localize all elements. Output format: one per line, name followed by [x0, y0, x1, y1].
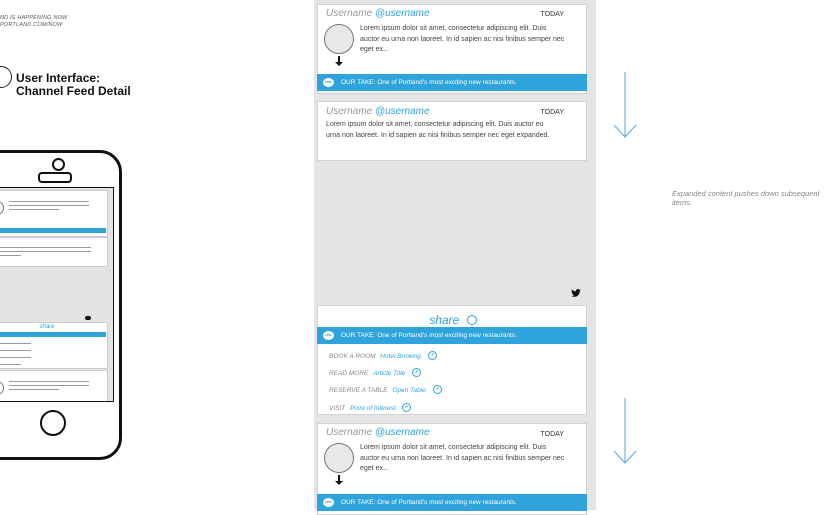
username-text: Username: [326, 106, 373, 117]
section-title: User Interface: Channel Feed Detail: [16, 72, 131, 98]
section-title-line2: Channel Feed Detail: [16, 84, 131, 98]
action-link[interactable]: Article Title: [373, 370, 405, 377]
channel-feed: Username @username TODAY Lorem ipsum dol…: [314, 0, 596, 515]
action-prefix: BOOK A ROOM: [329, 353, 376, 360]
our-take-bar[interactable]: rate OUR TAKE: One of Portland's most ex…: [317, 327, 587, 344]
our-take-text: OUR TAKE: One of Portland's most excitin…: [341, 499, 517, 506]
card-date: TODAY: [540, 109, 564, 116]
action-link[interactable]: Hotel Booking: [380, 353, 420, 360]
mini-twitter-icon: [85, 316, 91, 320]
our-take-text: OUR TAKE: One of Portland's most excitin…: [341, 332, 517, 339]
share-label: share: [429, 313, 460, 327]
action-book-room[interactable]: BOOK A ROOM Hotel Booking: [329, 351, 437, 360]
action-link[interactable]: Open Table: [392, 387, 425, 394]
take-badge-icon: rate: [323, 498, 334, 507]
our-take-bar[interactable]: rate OUR TAKE: One of Portland's most ex…: [317, 494, 587, 511]
share-card: share BOOK A ROOM Hotel Booking READ MOR…: [317, 305, 587, 415]
tagline-line1: ND IS HAPPENING NOW: [0, 15, 68, 21]
share-button[interactable]: share: [318, 313, 588, 327]
action-prefix: VISIT: [329, 405, 346, 412]
tagline-line2: PORTLAND.COM/NOW: [0, 22, 63, 28]
down-arrow-icon: [613, 398, 637, 464]
username-handle[interactable]: @username: [375, 8, 430, 19]
card-body: Lorem ipsum dolor sit amet, consectetur …: [360, 25, 565, 53]
avatar[interactable]: [324, 24, 354, 54]
card-date: TODAY: [540, 431, 564, 438]
external-link-icon[interactable]: [412, 368, 422, 377]
card-body: Lorem ipsum dolor sit amet, consectetur …: [360, 444, 565, 472]
mini-take-bar: [0, 332, 106, 337]
username-handle[interactable]: @username: [375, 106, 430, 117]
twitter-icon[interactable]: [571, 289, 581, 297]
username-text: Username: [326, 8, 373, 19]
action-visit[interactable]: VISIT Point of Interest: [329, 403, 412, 412]
card-username[interactable]: Username @username: [326, 427, 430, 438]
pin-icon-head: [335, 62, 343, 66]
feed-card-expanded[interactable]: Username @username TODAY Lorem ipsum dol…: [317, 101, 587, 161]
phone-screen: share: [0, 187, 114, 402]
mini-card: [0, 237, 108, 267]
card-body: Lorem ipsum dolor sit amet, consectetur …: [326, 121, 550, 139]
our-take-bar[interactable]: rate OUR TAKE: One of Portland's most ex…: [317, 74, 587, 91]
phone-home-button: [40, 410, 66, 436]
card-date: TODAY: [540, 11, 564, 18]
action-link[interactable]: Point of Interest: [350, 405, 396, 412]
mini-share-card: share: [0, 322, 108, 369]
external-link-icon[interactable]: [402, 403, 412, 412]
section-marker-icon: [0, 66, 12, 88]
take-badge-icon: rate: [323, 331, 334, 340]
username-text: Username: [326, 427, 373, 438]
external-link-icon[interactable]: [432, 385, 442, 394]
phone-earpiece-icon: [38, 172, 72, 183]
avatar[interactable]: [324, 443, 354, 473]
pin-icon-head: [335, 481, 343, 485]
username-handle[interactable]: @username: [375, 427, 430, 438]
down-arrow-icon: [613, 72, 637, 138]
mini-share-label: share: [39, 324, 55, 330]
action-read-more[interactable]: READ MORE Article Title: [329, 368, 422, 377]
our-take-text: OUR TAKE: One of Portland's most excitin…: [341, 79, 517, 86]
card-username[interactable]: Username @username: [326, 106, 430, 117]
card-username[interactable]: Username @username: [326, 8, 430, 19]
external-link-icon[interactable]: [427, 351, 437, 360]
tagline: ND IS HAPPENING NOW PORTLAND.COM/NOW: [0, 15, 67, 29]
mini-take-bar: [0, 228, 106, 233]
phone-camera-icon: [52, 158, 65, 171]
take-badge-icon: rate: [323, 78, 334, 87]
action-prefix: READ MORE: [329, 370, 369, 377]
annotation-note: Expanded content pushes down subsequent …: [672, 189, 820, 207]
action-prefix: RESERVE A TABLE: [329, 387, 388, 394]
action-reserve-table[interactable]: RESERVE A TABLE Open Table: [329, 385, 442, 394]
share-icon: [466, 315, 477, 325]
mini-card: [0, 370, 108, 401]
